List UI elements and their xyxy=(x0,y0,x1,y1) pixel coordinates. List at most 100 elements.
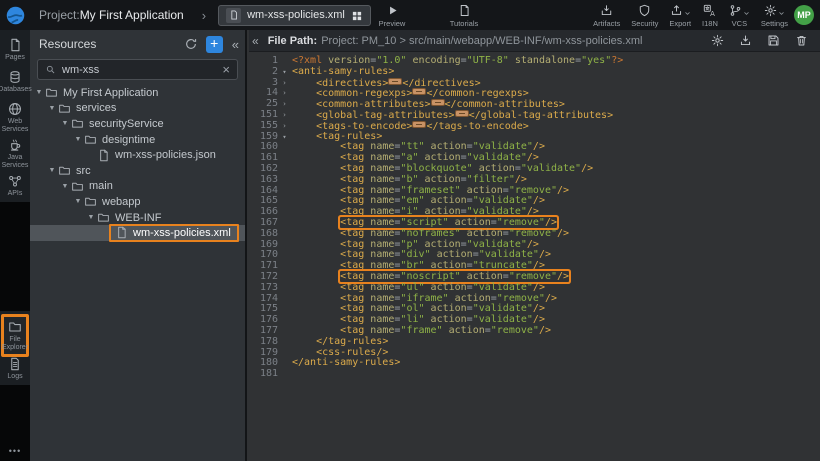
tree-item-web-inf[interactable]: ▼ WEB-INF xyxy=(30,210,245,226)
sidebar-item-label: File Explorer xyxy=(2,336,28,351)
fold-closed-icon[interactable]: › xyxy=(279,110,290,121)
chevron-expanded-icon[interactable]: ▼ xyxy=(47,167,57,174)
chevron-expanded-icon[interactable]: ▼ xyxy=(60,120,70,127)
chevron-expanded-icon[interactable]: ▼ xyxy=(86,214,96,221)
fold-open-icon[interactable]: ▾ xyxy=(279,132,290,143)
security-button[interactable]: Security xyxy=(631,4,658,28)
annotation-highlight-box: <tag name="script" action="remove"/> xyxy=(340,217,557,228)
sidebar-item-logs[interactable]: Logs xyxy=(0,357,30,381)
sidebar-item-file-explorer[interactable]: File Explorer xyxy=(1,314,29,357)
code-line-text: <common-attributes></common-attributes> xyxy=(292,99,565,110)
fold-gutter xyxy=(279,304,290,315)
tree-item-content: securityService xyxy=(70,117,164,130)
fold-closed-icon[interactable]: › xyxy=(279,121,290,132)
resources-header: Resources + « xyxy=(30,30,245,55)
artifacts-button[interactable]: Artifacts xyxy=(593,4,620,28)
collapsed-code-icon[interactable] xyxy=(388,78,402,85)
java-services-icon xyxy=(8,138,22,152)
i18n-button[interactable]: AI18N xyxy=(702,4,718,28)
folder-icon xyxy=(71,117,84,130)
search-input[interactable] xyxy=(62,64,216,76)
wavemaker-studio: Project:My First Application › wm-xss-po… xyxy=(0,0,820,461)
vcs-button[interactable]: VCS xyxy=(729,4,750,28)
tutorials-button[interactable]: Tutorials xyxy=(438,3,490,29)
settings-icon[interactable] xyxy=(711,34,724,47)
fold-gutter xyxy=(279,153,290,164)
sidebar-item-databases[interactable]: Databases xyxy=(0,70,30,94)
fold-open-icon[interactable]: ▾ xyxy=(279,67,290,78)
tree-item-webapp[interactable]: ▼webapp xyxy=(30,194,245,210)
grid-icon[interactable] xyxy=(351,9,363,21)
code-line-text: <directives></directives> xyxy=(292,78,481,89)
sidebar-item-label: Logs xyxy=(7,373,22,381)
resource-search-box: × xyxy=(37,59,238,80)
user-avatar[interactable]: MP xyxy=(794,5,814,25)
fold-closed-icon[interactable]: › xyxy=(279,88,290,99)
fold-closed-icon[interactable]: › xyxy=(279,78,290,89)
code-area[interactable]: 1<?xml version="1.0" encoding="UTF-8" st… xyxy=(249,52,820,380)
tree-item-my-first-application[interactable]: ▼My First Application xyxy=(30,85,245,101)
fold-gutter xyxy=(279,56,290,67)
chevron-expanded-icon[interactable]: ▼ xyxy=(47,105,57,112)
download-icon[interactable] xyxy=(739,34,752,47)
tree-item-wm-xss-policies-json[interactable]: wm-xss-policies.json xyxy=(30,147,245,163)
chevron-expanded-icon[interactable]: ▼ xyxy=(73,136,83,143)
save-icon[interactable] xyxy=(767,34,780,47)
code-line-180[interactable]: 180</anti-samy-rules> xyxy=(249,358,820,369)
tree-item-main[interactable]: ▼main xyxy=(30,179,245,195)
tree-item-designtime[interactable]: ▼designtime xyxy=(30,132,245,148)
file-path-value: Project: PM_10 > src/main/webapp/WEB-INF… xyxy=(321,35,642,47)
i18n-icon: A xyxy=(703,4,716,17)
code-line-14[interactable]: 14› <common-regexps></common-regexps> xyxy=(249,88,820,99)
annotation-highlight-box: wm-xss-policies.xml xyxy=(109,224,239,242)
tab-wm-xss-policies[interactable]: wm-xss-policies.xml xyxy=(218,5,371,26)
tree-item-securityservice[interactable]: ▼securityService xyxy=(30,116,245,132)
code-line-25[interactable]: 25› <common-attributes></common-attribut… xyxy=(249,99,820,110)
editor-toolbar xyxy=(711,34,808,47)
tree-item-src[interactable]: ▼src xyxy=(30,163,245,179)
fold-closed-icon[interactable]: › xyxy=(279,99,290,110)
tree-item-label: WEB-INF xyxy=(115,212,161,224)
folder-icon xyxy=(84,195,97,208)
more-options-button[interactable]: ••• xyxy=(0,446,30,456)
preview-button[interactable]: Preview xyxy=(368,3,416,29)
refresh-icon[interactable] xyxy=(184,37,198,51)
sidebar-item-apis[interactable]: APIs xyxy=(0,174,30,198)
tree-item-wm-xss-policies-xml[interactable]: wm-xss-policies.xml xyxy=(30,225,245,241)
collapsed-code-icon[interactable] xyxy=(412,121,426,128)
fold-gutter xyxy=(279,240,290,251)
project-breadcrumb[interactable]: Project:My First Application xyxy=(39,8,184,22)
chevron-expanded-icon[interactable]: ▼ xyxy=(60,183,70,190)
code-line-2[interactable]: 2▾<anti-samy-rules> xyxy=(249,67,820,78)
web-services-icon xyxy=(8,102,22,116)
collapsed-code-icon[interactable] xyxy=(412,88,426,95)
vcs-icon xyxy=(729,4,742,17)
sidebar-item-java-services[interactable]: Java Services xyxy=(0,138,30,169)
delete-icon[interactable] xyxy=(795,34,808,47)
collapsed-code-icon[interactable] xyxy=(431,99,445,106)
fold-gutter xyxy=(279,175,290,186)
tree-item-content: src xyxy=(57,164,91,177)
tree-item-services[interactable]: ▼services xyxy=(30,101,245,117)
settings-button[interactable]: Settings xyxy=(761,4,788,28)
fold-gutter xyxy=(279,164,290,175)
line-number: 155 xyxy=(249,121,279,132)
chevron-expanded-icon[interactable]: ▼ xyxy=(73,198,83,205)
apis-icon xyxy=(8,174,22,188)
code-line-181[interactable]: 181 xyxy=(249,369,820,380)
app-logo-icon[interactable] xyxy=(0,0,30,30)
collapse-tree-icon[interactable]: « xyxy=(252,34,259,48)
clear-search-icon[interactable]: × xyxy=(222,63,230,76)
code-line-151[interactable]: 151› <global-tag-attributes></global-tag… xyxy=(249,110,820,121)
collapsed-code-icon[interactable] xyxy=(455,110,469,117)
export-button[interactable]: Export xyxy=(669,4,691,28)
code-line-3[interactable]: 3› <directives></directives> xyxy=(249,78,820,89)
fold-gutter xyxy=(279,369,290,380)
sidebar-item-web-services[interactable]: Web Services xyxy=(0,102,30,133)
export-label: Export xyxy=(669,19,691,28)
add-resource-button[interactable]: + xyxy=(206,36,223,53)
collapse-panel-icon[interactable]: « xyxy=(231,37,240,52)
sidebar-item-label: Databases xyxy=(0,86,32,94)
sidebar-item-pages[interactable]: Pages xyxy=(0,38,30,62)
chevron-expanded-icon[interactable]: ▼ xyxy=(34,89,44,96)
